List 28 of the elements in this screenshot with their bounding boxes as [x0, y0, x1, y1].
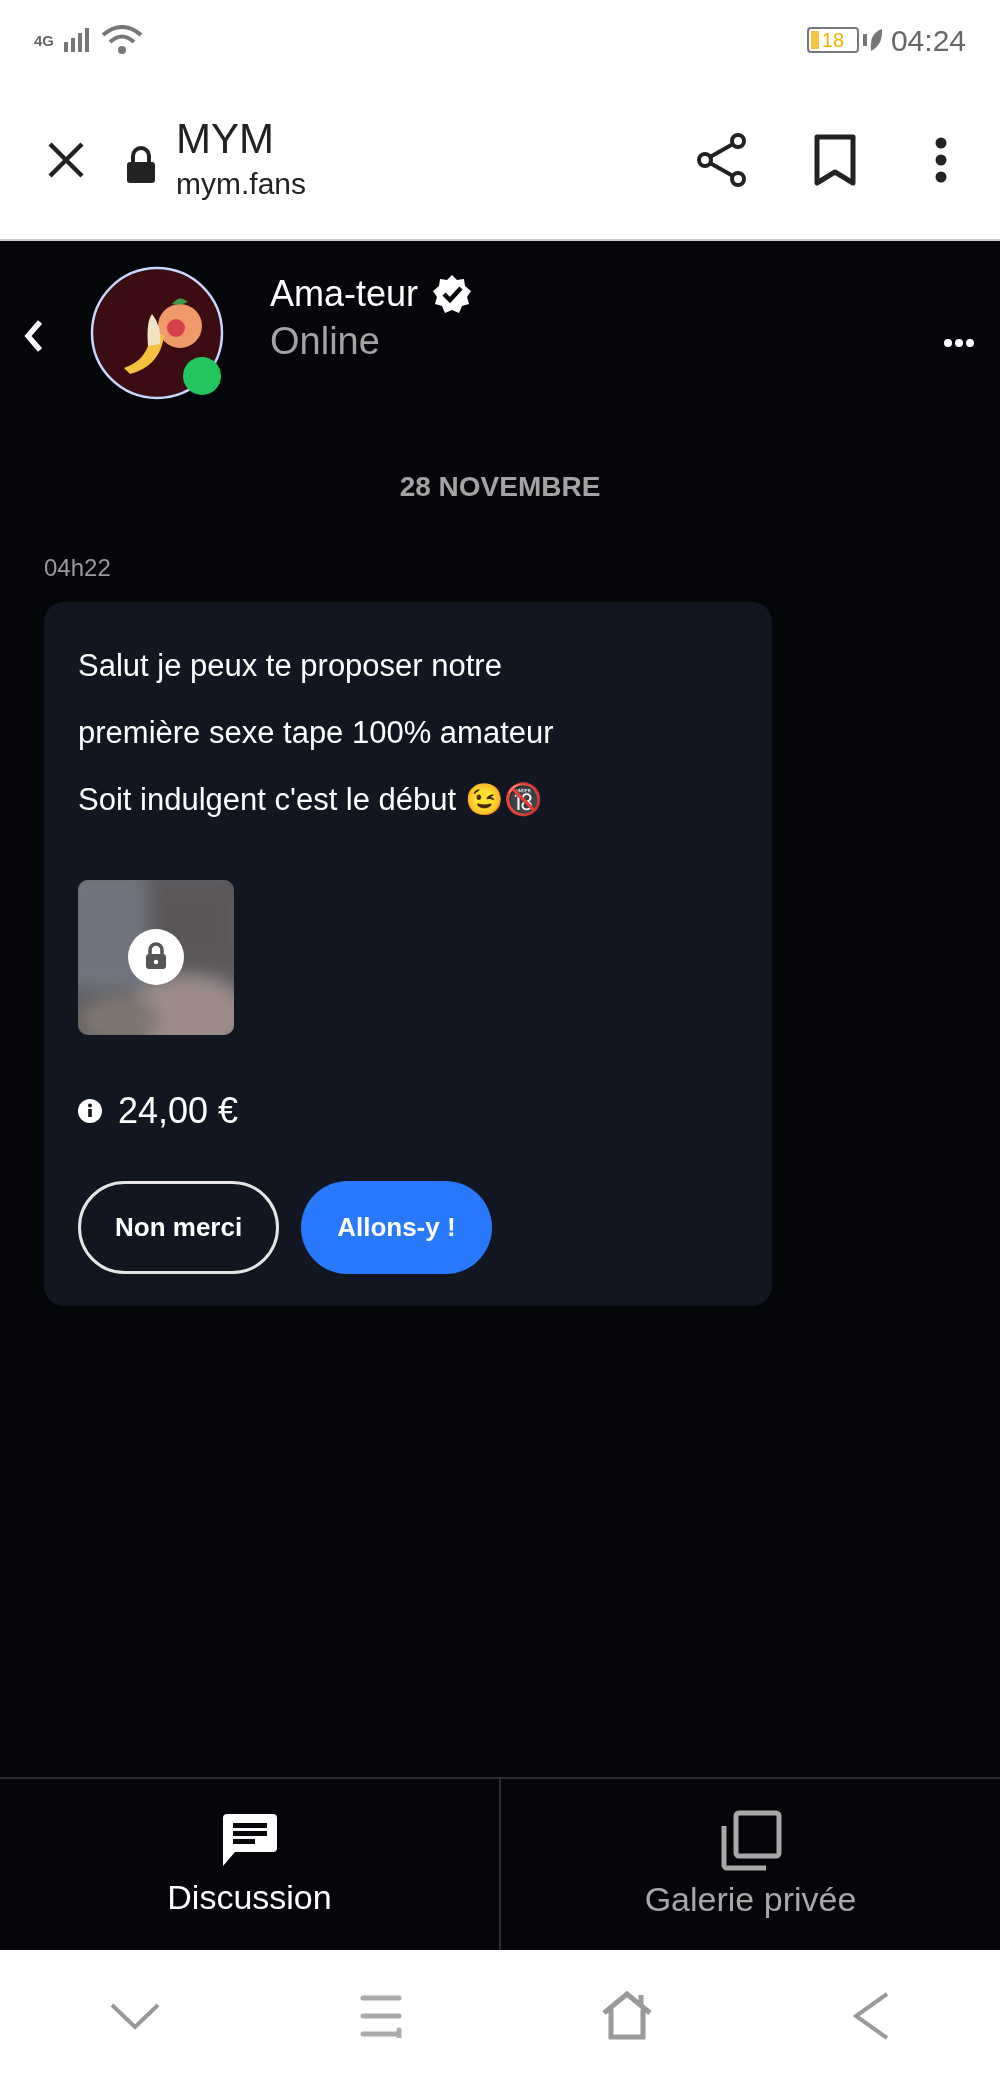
clock-time: 04:24 — [890, 22, 966, 59]
chevron-down-icon[interactable] — [109, 2001, 161, 2031]
signal-icon — [62, 28, 92, 52]
message-text: Salut je peux te proposer notre première sexe tape 100% amateur Soit indulgent c'est le début 😉🔞 — [78, 647, 555, 819]
lock-icon — [126, 145, 156, 184]
bookmark-icon[interactable] — [814, 133, 856, 186]
share-icon[interactable] — [696, 131, 748, 188]
leaf-icon — [862, 27, 883, 53]
message-time: 04h22 — [44, 554, 111, 581]
more-options-icon[interactable] — [934, 136, 948, 183]
price-label: 24,00 € — [118, 1089, 239, 1133]
decline-button[interactable]: Non merci — [78, 1181, 280, 1274]
battery-level: 18 — [821, 30, 845, 50]
page-title: MYM — [176, 113, 275, 164]
network-label: 4G — [34, 32, 54, 48]
wifi-icon — [100, 25, 144, 55]
date-divider: 28 NOVEMBRE — [399, 470, 601, 504]
close-icon[interactable] — [46, 139, 86, 180]
battery-fill — [810, 31, 819, 49]
tab[interactable]: Discussion — [0, 1779, 499, 1950]
more-options-icon[interactable] — [944, 338, 974, 348]
info-icon[interactable] — [78, 1099, 102, 1123]
presence-status: Online — [270, 319, 381, 364]
page-url: mym.fans — [176, 165, 307, 202]
accept-button[interactable]: Allons-y ! — [301, 1181, 492, 1274]
home-icon[interactable] — [601, 1991, 653, 2041]
gallery-icon — [719, 1809, 782, 1872]
contact-name: Ama-teur — [270, 272, 419, 316]
